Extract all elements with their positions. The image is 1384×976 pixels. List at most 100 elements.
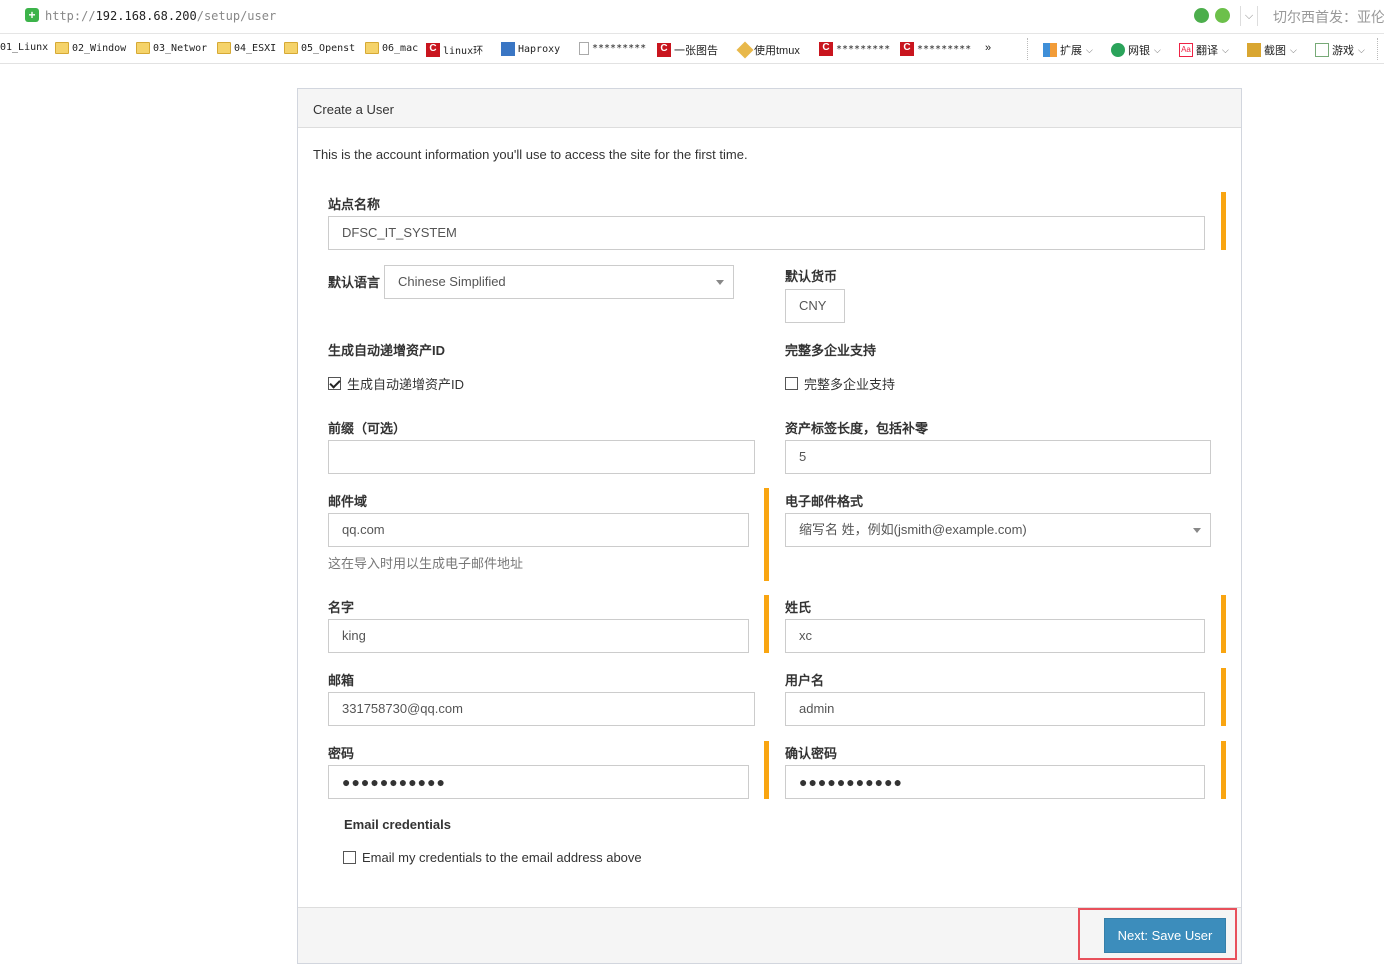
page-icon: [579, 42, 589, 55]
chevron-down-icon: ⌵: [1290, 44, 1297, 55]
checkbox-unchecked-icon[interactable]: [785, 377, 798, 390]
first-name-input[interactable]: king: [328, 619, 749, 653]
site-name-label: 站点名称: [328, 197, 381, 212]
auto-increment-label: 生成自动递增资产ID: [328, 343, 446, 358]
news-ticker[interactable]: 切尔西首发：亚伦: [1273, 7, 1384, 27]
prefix-label: 前缀（可选）: [328, 421, 407, 436]
panel-title: Create a User: [313, 102, 394, 117]
checkbox-unchecked-icon[interactable]: [343, 851, 356, 864]
password-confirm-input[interactable]: ●●●●●●●●●●●: [785, 765, 1205, 799]
bookmark-item[interactable]: 05_Openst: [284, 42, 355, 54]
email-format-select[interactable]: 缩写名 姓，例如(jsmith@example.com): [785, 513, 1211, 547]
bookmark-item[interactable]: C *********: [900, 42, 971, 56]
url-path: /setup/user: [196, 9, 277, 23]
extension-icon: [1043, 43, 1057, 57]
security-shield-icon: +: [25, 8, 39, 22]
last-name-label: 姓氏: [785, 600, 812, 615]
bookmark-item[interactable]: 03_Networ: [136, 42, 207, 54]
checkbox-checked-icon[interactable]: [328, 377, 341, 390]
default-currency-label: 默认货币: [785, 269, 838, 284]
refresh-icon[interactable]: [1194, 8, 1209, 23]
bookmark-item[interactable]: 02_Window: [55, 42, 126, 54]
asset-tag-length-label: 资产标签长度，包括补零: [785, 421, 929, 436]
required-indicator: [764, 741, 769, 799]
bookmark-item[interactable]: Haproxy: [501, 42, 560, 56]
required-indicator: [1221, 595, 1226, 653]
translate-icon: Aa: [1179, 43, 1193, 57]
chevron-down-icon: ⌵: [1154, 44, 1161, 55]
password-input[interactable]: ●●●●●●●●●●●: [328, 765, 749, 799]
chevron-down-icon: ⌵: [1222, 44, 1229, 55]
bookmark-item[interactable]: 04_ESXI: [217, 42, 276, 54]
bookmark-item[interactable]: 01_Liunx: [0, 42, 48, 53]
password-confirm-label: 确认密码: [785, 746, 838, 761]
email-input[interactable]: 331758730@qq.com: [328, 692, 755, 726]
haproxy-icon: [501, 42, 515, 56]
first-name-label: 名字: [328, 600, 355, 615]
username-input[interactable]: admin: [785, 692, 1205, 726]
tool-screenshot[interactable]: 截图 ⌵: [1247, 42, 1297, 58]
multi-company-checkbox-label: 完整多企业支持: [804, 377, 896, 392]
tool-translate[interactable]: Aa 翻译 ⌵: [1179, 42, 1229, 58]
folder-icon: [217, 42, 231, 54]
csdn-icon: C: [657, 43, 671, 57]
default-currency-input[interactable]: CNY: [785, 289, 845, 323]
toolbar-divider: [1377, 38, 1378, 60]
bookmark-item[interactable]: Clinux环: [426, 42, 483, 57]
folder-icon: [365, 42, 379, 54]
required-indicator: [764, 595, 769, 653]
bookmark-item[interactable]: C *********: [819, 42, 890, 56]
csdn-icon: C: [900, 42, 914, 56]
multi-company-checkbox[interactable]: 完整多企业支持: [785, 374, 895, 393]
default-language-select[interactable]: Chinese Simplified: [384, 265, 734, 299]
folder-icon: [136, 42, 150, 54]
required-indicator: [1221, 192, 1226, 250]
auto-increment-checkbox-label: 生成自动递增资产ID: [347, 377, 465, 392]
email-credentials-checkbox[interactable]: Email my credentials to the email addres…: [343, 850, 642, 865]
tool-extensions[interactable]: 扩展 ⌵: [1043, 42, 1093, 58]
chevron-down-icon[interactable]: ⌵: [1240, 6, 1258, 26]
game-icon: [1315, 43, 1329, 57]
last-name-input[interactable]: xc: [785, 619, 1205, 653]
auto-increment-checkbox[interactable]: 生成自动递增资产ID: [328, 374, 464, 393]
bookmark-item[interactable]: *********: [579, 42, 646, 55]
chevron-down-icon: ⌵: [1086, 44, 1093, 55]
tool-bank[interactable]: 网银 ⌵: [1111, 42, 1161, 58]
chevron-right-icon: »: [985, 42, 992, 54]
folder-icon: [284, 42, 298, 54]
email-domain-input[interactable]: qq.com: [328, 513, 749, 547]
chevron-down-icon: ⌵: [1358, 44, 1365, 55]
screenshot-icon: [1247, 43, 1261, 57]
url-host: 192.168.68.200: [95, 9, 197, 23]
url-field[interactable]: http://192.168.68.200/setup/user: [45, 9, 276, 23]
bookmark-item[interactable]: 使用tmux: [736, 41, 800, 59]
pen-icon: [736, 41, 754, 59]
default-language-label: 默认语言: [328, 275, 381, 290]
email-domain-label: 邮件域: [328, 494, 368, 509]
panel-intro: This is the account information you'll u…: [313, 147, 748, 162]
required-indicator: [764, 488, 769, 581]
csdn-icon: C: [426, 42, 440, 57]
ie-mode-icon[interactable]: [1215, 8, 1230, 23]
bookmark-item[interactable]: 06_mac: [365, 42, 418, 54]
required-indicator: [1221, 741, 1226, 799]
toolbar-divider: [1027, 38, 1028, 60]
email-format-label: 电子邮件格式: [785, 494, 864, 509]
bank-icon: [1111, 43, 1125, 57]
url-scheme: http://: [45, 9, 96, 23]
multi-company-label: 完整多企业支持: [785, 343, 877, 358]
email-label: 邮箱: [328, 673, 355, 688]
asset-tag-length-input[interactable]: 5: [785, 440, 1211, 474]
browser-address-bar: + http://192.168.68.200/setup/user ⌵ 切尔西…: [0, 0, 1384, 34]
email-credentials-checkbox-label: Email my credentials to the email addres…: [362, 850, 642, 865]
next-save-user-button[interactable]: Next: Save User: [1104, 918, 1226, 953]
username-label: 用户名: [785, 673, 825, 688]
bookmarks-overflow-button[interactable]: »: [985, 42, 991, 54]
site-name-input[interactable]: DFSC_IT_SYSTEM: [328, 216, 1205, 250]
tool-games[interactable]: 游戏 ⌵: [1315, 42, 1365, 58]
required-indicator: [1221, 668, 1226, 726]
prefix-input[interactable]: [328, 440, 755, 474]
panel-header: Create a User: [298, 89, 1241, 128]
bookmark-item[interactable]: C 一张图告: [657, 42, 718, 58]
email-domain-help: 这在导入时用以生成电子邮件地址: [328, 556, 524, 571]
